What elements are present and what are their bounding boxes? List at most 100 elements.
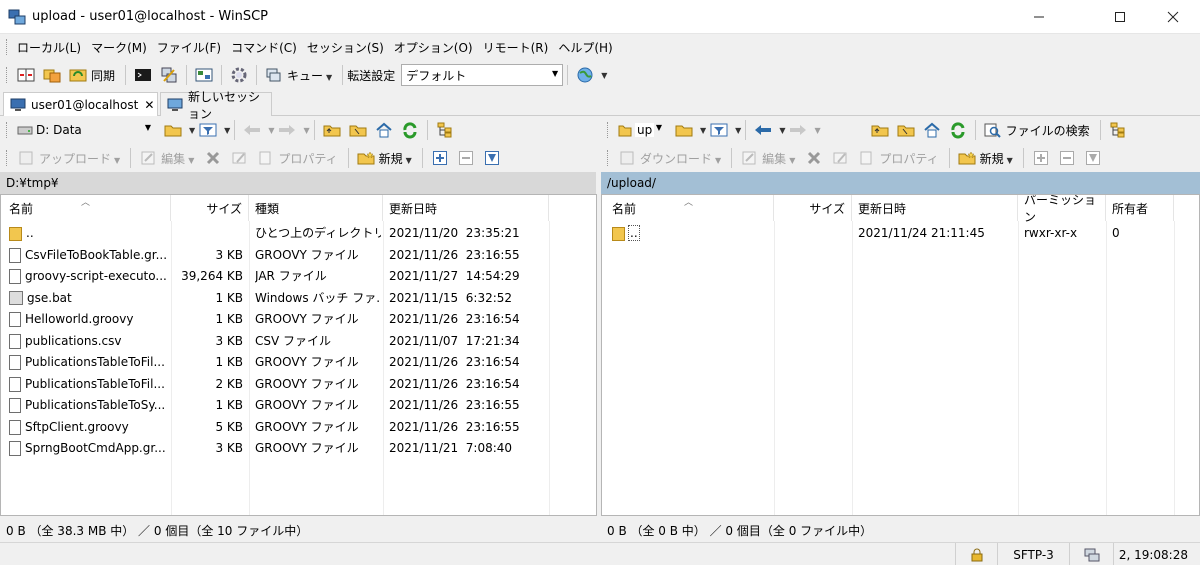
column-header-size[interactable]: サイズ — [171, 195, 249, 221]
upload-button[interactable]: アップロード ▼ — [39, 150, 120, 167]
table-row[interactable]: PublicationsTableToFil... 1 KB GROOVY ファイル… — [1, 352, 596, 374]
unselect-icon[interactable] — [456, 148, 476, 168]
queue-icon[interactable] — [264, 65, 284, 85]
queue-label[interactable]: キュー ▼ — [287, 67, 332, 84]
column-header-modified[interactable]: 更新日時 — [852, 195, 1018, 221]
refresh-icon[interactable] — [400, 120, 420, 140]
edit-button[interactable]: 編集 ▼ — [161, 150, 194, 167]
preferences-gear-icon[interactable] — [229, 65, 249, 85]
network-icon[interactable] — [1069, 543, 1113, 565]
synchronize-browsing-icon[interactable] — [42, 65, 62, 85]
filter-icon[interactable] — [709, 120, 729, 140]
sessions-icon[interactable] — [194, 65, 214, 85]
select-all-icon[interactable] — [1031, 148, 1051, 168]
tree-view-icon[interactable] — [435, 120, 455, 140]
parent-directory-icon[interactable] — [322, 120, 342, 140]
table-row[interactable]: SprngBootCmdApp.gr... 3 KB GROOVY ファイル 2021… — [1, 438, 596, 460]
compare-directories-icon[interactable] — [16, 65, 36, 85]
open-folder-icon[interactable] — [674, 120, 694, 140]
right-file-list[interactable]: 名前 ︿ サイズ 更新日時 パーミッション 所有者 .. 2021/11/24 2… — [601, 194, 1200, 516]
rename-icon[interactable] — [229, 148, 249, 168]
menu-mark[interactable]: マーク(M) — [87, 39, 151, 56]
close-tab-icon[interactable]: ✕ — [144, 98, 154, 112]
delete-icon[interactable] — [203, 148, 223, 168]
download-icon[interactable] — [617, 148, 637, 168]
find-files-icon[interactable] — [983, 120, 1003, 140]
filter-selection-icon[interactable] — [1083, 148, 1103, 168]
chevron-down-icon[interactable]: ▼ — [268, 126, 274, 135]
refresh-icon[interactable] — [948, 120, 968, 140]
tab-new-session[interactable]: 新しいセッション — [160, 90, 272, 121]
chevron-down-icon[interactable]: ▼ — [700, 126, 706, 135]
properties-button[interactable]: プロパティ — [278, 150, 337, 167]
table-row[interactable]: groovy-script-executo... 39,264 KB JAR ファイ… — [1, 266, 596, 288]
globe-icon[interactable] — [575, 65, 595, 85]
tab-session[interactable]: user01@localhost ✕ — [3, 92, 158, 116]
forward-arrow-icon[interactable] — [788, 120, 808, 140]
minimize-button[interactable] — [1016, 0, 1062, 34]
chevron-down-icon[interactable]: ▼ — [189, 126, 195, 135]
column-header-type[interactable]: 種類 — [249, 195, 383, 221]
column-header-modified[interactable]: 更新日時 — [383, 195, 549, 221]
filter-icon[interactable] — [198, 120, 218, 140]
parent-directory-icon[interactable] — [870, 120, 890, 140]
maximize-button[interactable] — [1097, 0, 1143, 34]
new-folder-icon[interactable] — [356, 148, 376, 168]
left-path-bar[interactable]: D:¥tmp¥ — [0, 172, 596, 194]
drive-select[interactable]: D: Data ▼ — [13, 119, 155, 141]
chevron-down-icon[interactable]: ▼ — [779, 126, 785, 135]
table-row[interactable]: PublicationsTableToFil... 2 KB GROOVY ファイル… — [1, 374, 596, 396]
menu-local[interactable]: ローカル(L) — [13, 39, 85, 56]
find-files-button[interactable]: ファイルの検索 — [1006, 122, 1090, 139]
menu-session[interactable]: セッション(S) — [303, 39, 388, 56]
properties-icon[interactable] — [856, 148, 876, 168]
open-folder-icon[interactable] — [163, 120, 183, 140]
chevron-down-icon[interactable]: ▼ — [735, 126, 741, 135]
table-row[interactable]: SftpClient.groovy 5 KB GROOVY ファイル 2021/11/… — [1, 417, 596, 439]
select-all-icon[interactable] — [430, 148, 450, 168]
synchronize-label[interactable]: 同期 — [91, 67, 115, 84]
rename-icon[interactable] — [830, 148, 850, 168]
new-folder-icon[interactable] — [957, 148, 977, 168]
column-header-permissions[interactable]: パーミッション — [1018, 195, 1106, 224]
menu-options[interactable]: オプション(O) — [390, 39, 477, 56]
menu-remote[interactable]: リモート(R) — [479, 39, 553, 56]
console-icon[interactable] — [133, 65, 153, 85]
new-button[interactable]: 新規 ▼ — [980, 150, 1013, 167]
column-header-owner[interactable]: 所有者 — [1106, 195, 1174, 221]
chevron-down-icon[interactable]: ▼ — [224, 126, 230, 135]
table-row[interactable]: publications.csv 3 KB CSV ファイル 2021/11/07 1… — [1, 331, 596, 353]
properties-icon[interactable] — [255, 148, 275, 168]
properties-button[interactable]: プロパティ — [879, 150, 938, 167]
synchronize-icon[interactable] — [68, 65, 88, 85]
remote-folder-select[interactable]: up ▼ — [614, 119, 666, 141]
close-button[interactable] — [1150, 0, 1196, 34]
edit-button[interactable]: 編集 ▼ — [762, 150, 795, 167]
chevron-down-icon[interactable]: ▼ — [814, 126, 820, 135]
chevron-down-icon[interactable]: ▼ — [601, 71, 607, 80]
table-row[interactable]: gse.bat 1 KB Windows バッチ ファ... 2021/11/15 6… — [1, 288, 596, 310]
table-row[interactable]: CsvFileToBookTable.gr... 3 KB GROOVY ファイル 2… — [1, 245, 596, 267]
table-row[interactable]: PublicationsTableToSy... 1 KB GROOVY ファイル 2… — [1, 395, 596, 417]
home-icon[interactable] — [922, 120, 942, 140]
edit-icon[interactable] — [739, 148, 759, 168]
root-directory-icon[interactable] — [896, 120, 916, 140]
column-header-size[interactable]: サイズ — [774, 195, 852, 221]
filter-selection-icon[interactable] — [482, 148, 502, 168]
new-button[interactable]: 新規 ▼ — [379, 150, 412, 167]
table-row[interactable]: .. ひとつ上のディレクトリ 2021/11/20 23:35:21 — [1, 223, 596, 245]
menu-file[interactable]: ファイル(F) — [153, 39, 225, 56]
chevron-down-icon[interactable]: ▼ — [303, 126, 309, 135]
download-button[interactable]: ダウンロード ▼ — [640, 150, 721, 167]
menu-command[interactable]: コマンド(C) — [227, 39, 301, 56]
unselect-icon[interactable] — [1057, 148, 1077, 168]
delete-icon[interactable] — [804, 148, 824, 168]
upload-icon[interactable] — [16, 148, 36, 168]
putty-icon[interactable] — [159, 65, 179, 85]
transfer-preset-select[interactable]: デフォルト ▼ — [401, 64, 564, 86]
left-file-list[interactable]: 名前 ︿ サイズ 種類 更新日時 .. ひとつ上のディレクトリ 2021/11/20… — [0, 194, 597, 516]
back-arrow-icon[interactable] — [242, 120, 262, 140]
home-icon[interactable] — [374, 120, 394, 140]
table-row[interactable]: Helloworld.groovy 1 KB GROOVY ファイル 2021/11/… — [1, 309, 596, 331]
back-arrow-icon[interactable] — [753, 120, 773, 140]
